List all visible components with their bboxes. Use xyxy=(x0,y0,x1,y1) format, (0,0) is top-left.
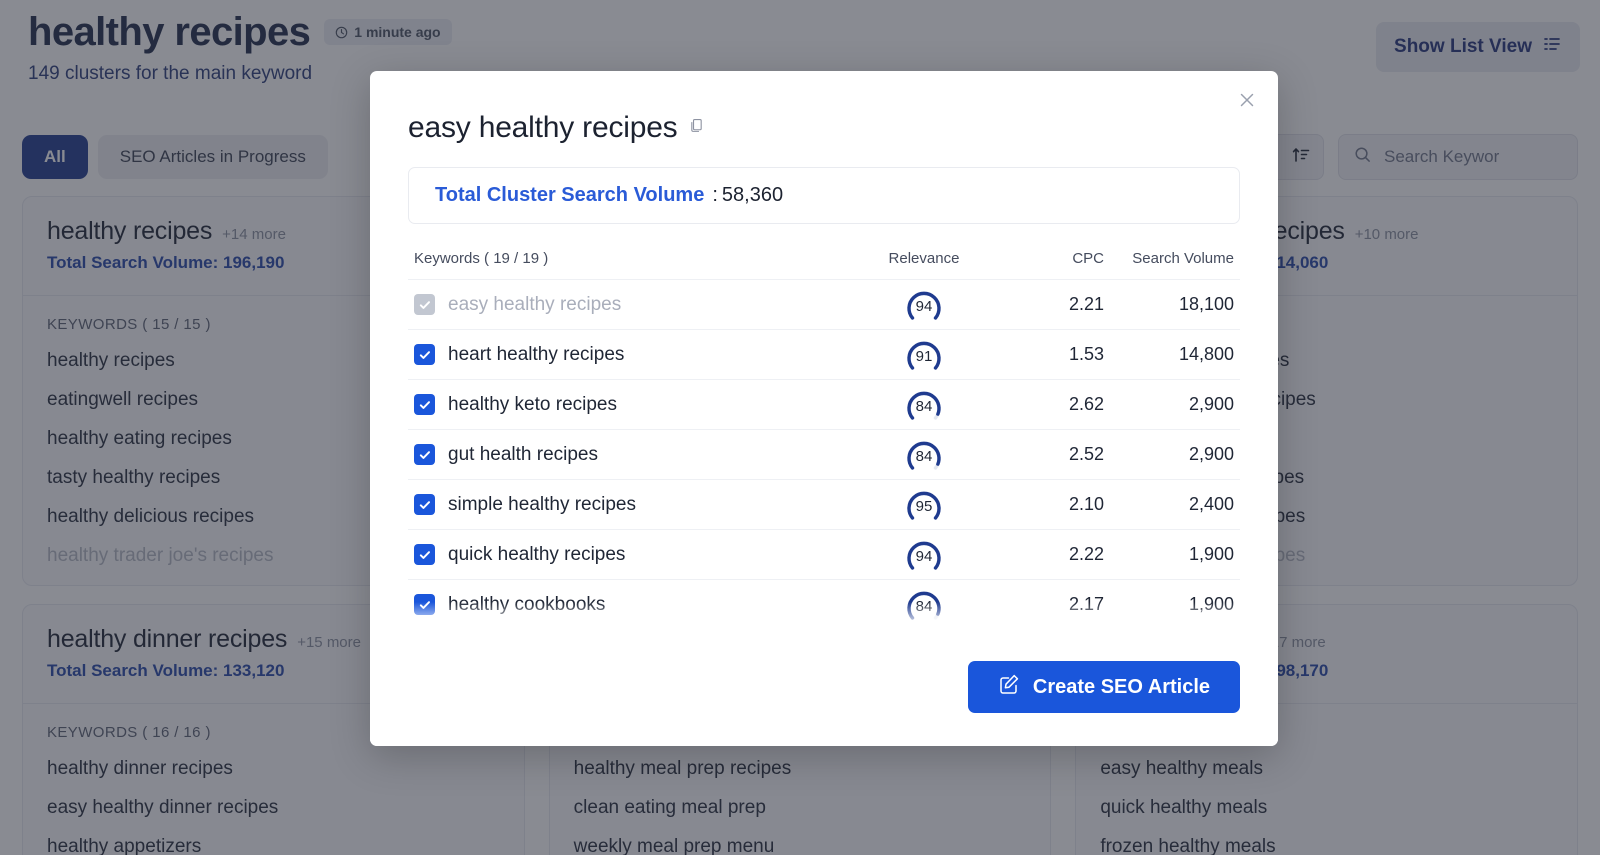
keyword-label: quick healthy recipes xyxy=(448,544,625,566)
keyword-label: gut health recipes xyxy=(448,444,598,466)
keyword-label: healthy cookbooks xyxy=(448,594,605,616)
row-checkbox[interactable] xyxy=(414,344,435,365)
keywords-table-header: Keywords ( 19 / 19 ) Relevance CPC Searc… xyxy=(408,250,1240,279)
table-row[interactable]: healthy keto recipes 84 2.62 xyxy=(408,379,1240,429)
cluster-detail-modal: easy healthy recipes Total Cluster Searc… xyxy=(370,71,1278,746)
search-volume-cell: 1,900 xyxy=(1104,544,1234,565)
edit-square-icon xyxy=(998,673,1020,701)
modal-body: easy healthy recipes Total Cluster Searc… xyxy=(370,71,1278,679)
relevance-gauge: 84 xyxy=(864,437,984,473)
cpc-cell: 2.22 xyxy=(984,544,1104,565)
create-seo-article-button[interactable]: Create SEO Article xyxy=(968,661,1240,713)
total-separator: : xyxy=(712,184,718,207)
keyword-label: heart healthy recipes xyxy=(448,344,624,366)
close-icon[interactable] xyxy=(1234,87,1260,113)
table-row[interactable]: simple healthy recipes 95 2.10 xyxy=(408,479,1240,529)
table-row[interactable]: heart healthy recipes 91 1.53 xyxy=(408,329,1240,379)
total-cluster-search-volume-label: Total Cluster Search Volume xyxy=(435,184,704,207)
cpc-cell: 2.62 xyxy=(984,394,1104,415)
modal-title: easy healthy recipes xyxy=(408,111,678,145)
row-checkbox[interactable] xyxy=(414,544,435,565)
table-row[interactable]: gut health recipes 84 2.52 xyxy=(408,429,1240,479)
app-root: healthy recipes 1 minute ago 149 cluster… xyxy=(0,0,1600,855)
relevance-gauge: 91 xyxy=(864,337,984,373)
search-volume-cell: 2,900 xyxy=(1104,444,1234,465)
total-cluster-search-volume-value: 58,360 xyxy=(722,184,783,207)
cpc-cell: 2.17 xyxy=(984,594,1104,615)
relevance-value: 94 xyxy=(904,537,944,573)
relevance-gauge: 84 xyxy=(864,387,984,423)
relevance-gauge: 84 xyxy=(864,587,984,623)
relevance-value: 95 xyxy=(904,487,944,523)
cpc-cell: 1.53 xyxy=(984,344,1104,365)
keyword-label: easy healthy recipes xyxy=(448,294,621,316)
keyword-cell: healthy cookbooks xyxy=(414,594,864,616)
keywords-table: Keywords ( 19 / 19 ) Relevance CPC Searc… xyxy=(408,250,1240,679)
table-row[interactable]: healthy cookbooks 84 2.17 xyxy=(408,579,1240,629)
cpc-cell: 2.21 xyxy=(984,294,1104,315)
create-seo-article-label: Create SEO Article xyxy=(1033,676,1210,699)
relevance-value: 84 xyxy=(904,587,944,623)
relevance-value: 84 xyxy=(904,387,944,423)
row-checkbox[interactable] xyxy=(414,294,435,315)
keywords-table-rows: easy healthy recipes 94 2.21 xyxy=(408,279,1240,679)
modal-title-row: easy healthy recipes xyxy=(408,111,1240,145)
modal-footer: Create SEO Article xyxy=(370,628,1278,746)
search-volume-cell: 18,100 xyxy=(1104,294,1234,315)
keyword-cell: quick healthy recipes xyxy=(414,544,864,566)
keyword-cell: gut health recipes xyxy=(414,444,864,466)
search-volume-cell: 2,900 xyxy=(1104,394,1234,415)
keyword-cell: simple healthy recipes xyxy=(414,494,864,516)
relevance-gauge: 94 xyxy=(864,537,984,573)
keyword-cell: heart healthy recipes xyxy=(414,344,864,366)
table-row[interactable]: quick healthy recipes 94 2.22 xyxy=(408,529,1240,579)
keyword-label: healthy keto recipes xyxy=(448,394,617,416)
column-header-keywords: Keywords ( 19 / 19 ) xyxy=(414,250,864,267)
column-header-search-volume: Search Volume xyxy=(1104,250,1234,267)
column-header-relevance: Relevance xyxy=(864,250,984,267)
cpc-cell: 2.52 xyxy=(984,444,1104,465)
relevance-gauge: 94 xyxy=(864,287,984,323)
search-volume-cell: 1,900 xyxy=(1104,594,1234,615)
relevance-value: 94 xyxy=(904,287,944,323)
keyword-cell: easy healthy recipes xyxy=(414,294,864,316)
row-checkbox[interactable] xyxy=(414,594,435,615)
row-checkbox[interactable] xyxy=(414,494,435,515)
table-row[interactable]: easy healthy recipes 94 2.21 xyxy=(408,279,1240,329)
keyword-cell: healthy keto recipes xyxy=(414,394,864,416)
search-volume-cell: 2,400 xyxy=(1104,494,1234,515)
copy-icon[interactable] xyxy=(688,117,705,139)
total-cluster-search-volume: Total Cluster Search Volume : 58,360 xyxy=(408,167,1240,224)
row-checkbox[interactable] xyxy=(414,394,435,415)
relevance-value: 84 xyxy=(904,437,944,473)
keyword-label: simple healthy recipes xyxy=(448,494,636,516)
relevance-gauge: 95 xyxy=(864,487,984,523)
search-volume-cell: 14,800 xyxy=(1104,344,1234,365)
column-header-cpc: CPC xyxy=(984,250,1104,267)
row-checkbox[interactable] xyxy=(414,444,435,465)
relevance-value: 91 xyxy=(904,337,944,373)
cpc-cell: 2.10 xyxy=(984,494,1104,515)
